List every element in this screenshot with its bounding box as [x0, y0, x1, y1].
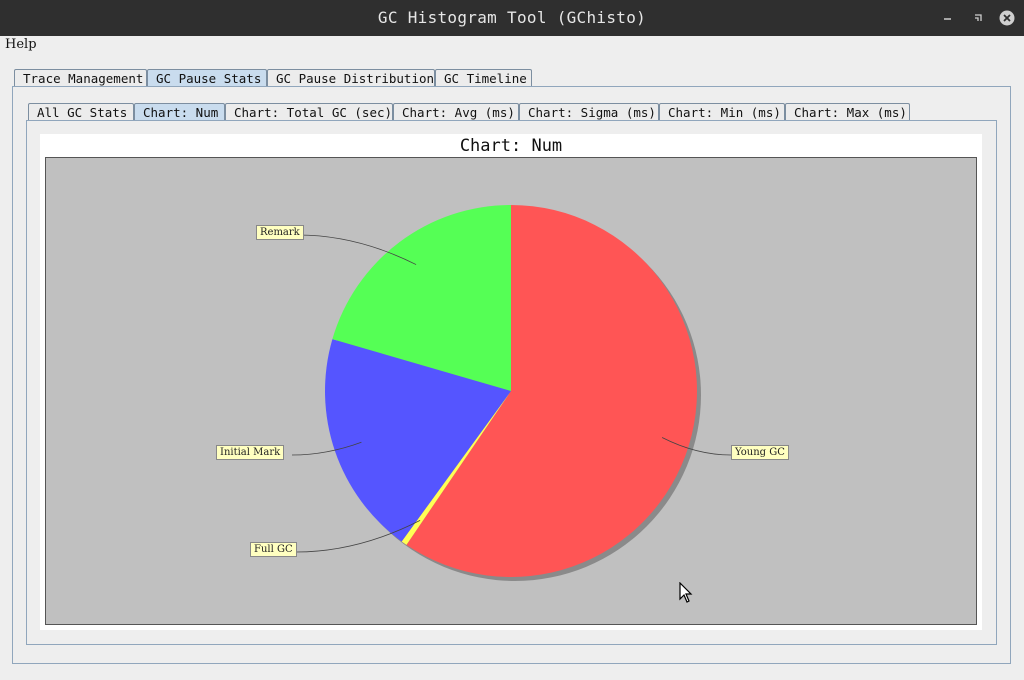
tab-chart-sigma[interactable]: Chart: Sigma (ms): [519, 103, 659, 120]
tab-all-gc-stats[interactable]: All GC Stats: [28, 103, 134, 120]
mouse-cursor-icon: [679, 582, 693, 603]
pie-label-remark: Remark: [256, 225, 304, 240]
tab-gc-pause-distribution[interactable]: GC Pause Distribution: [267, 69, 435, 86]
menu-help[interactable]: Help: [5, 37, 37, 52]
pie-label-young-gc: Young GC: [731, 445, 789, 460]
chart-title: Chart: Num: [459, 136, 563, 156]
restore-icon[interactable]: [970, 10, 986, 26]
tab-trace-management[interactable]: Trace Management: [14, 69, 147, 86]
pie-label-initial-mark: Initial Mark: [216, 445, 285, 460]
menu-bar: Help: [0, 36, 1024, 54]
pie-label-full-gc: Full GC: [250, 542, 297, 557]
tab-chart-total-gc[interactable]: Chart: Total GC (sec): [225, 103, 393, 120]
tab-chart-max[interactable]: Chart: Max (ms): [785, 103, 910, 120]
tab-chart-num[interactable]: Chart: Num: [134, 103, 225, 120]
tab-chart-min[interactable]: Chart: Min (ms): [659, 103, 785, 120]
tab-chart-avg[interactable]: Chart: Avg (ms): [393, 103, 519, 120]
pie-chart: [291, 205, 732, 581]
tab-gc-pause-stats[interactable]: GC Pause Stats: [147, 69, 267, 86]
title-bar: GC Histogram Tool (GChisto): [0, 0, 1024, 36]
chart-container: Chart: Num Young GC Full GC Initial Mark…: [40, 134, 982, 630]
window-title: GC Histogram Tool (GChisto): [377, 8, 647, 27]
plot-area: Young GC Full GC Initial Mark Remark: [45, 157, 977, 625]
close-icon[interactable]: [998, 9, 1016, 27]
tab-gc-timeline[interactable]: GC Timeline: [435, 69, 532, 86]
minimize-icon[interactable]: [940, 10, 956, 26]
